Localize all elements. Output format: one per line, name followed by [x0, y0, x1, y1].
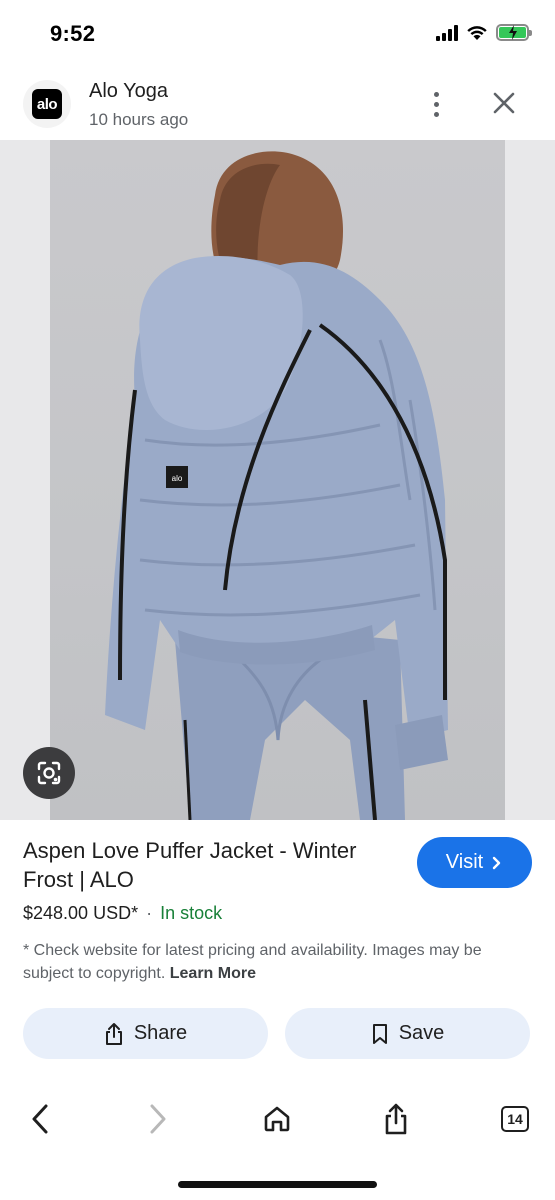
home-icon	[264, 1106, 290, 1132]
image-viewer: alo	[0, 140, 555, 820]
bookmark-icon	[372, 1023, 387, 1044]
bottom-navigation: 14	[0, 1085, 555, 1155]
stock-status: In stock	[160, 903, 223, 923]
lens-search-button[interactable]	[23, 747, 75, 799]
battery-charging-icon	[496, 24, 532, 41]
source-header: alo Alo Yoga 10 hours ago	[0, 66, 555, 140]
back-icon	[32, 1104, 48, 1134]
forward-button[interactable]	[138, 1099, 178, 1139]
share-button[interactable]: Share	[23, 1008, 268, 1059]
save-button[interactable]: Save	[285, 1008, 530, 1059]
share-icon	[105, 1022, 122, 1045]
status-icons	[436, 24, 532, 41]
save-label: Save	[398, 1022, 445, 1044]
status-time: 9:52	[50, 21, 96, 46]
alo-logo: alo	[32, 89, 62, 119]
learn-more-link[interactable]: Learn More	[170, 965, 256, 982]
share-icon	[385, 1103, 407, 1135]
product-title[interactable]: Aspen Love Puffer Jacket - Winter Frost …	[23, 836, 398, 894]
back-button[interactable]	[20, 1099, 60, 1139]
tabs-icon: 14	[501, 1106, 529, 1132]
status-bar: 9:52	[0, 0, 555, 66]
home-indicator[interactable]	[178, 1181, 377, 1188]
lens-icon	[37, 761, 61, 785]
jacket-badge: alo	[172, 474, 183, 483]
close-icon[interactable]	[489, 88, 519, 118]
price: $248.00 USD*	[23, 903, 139, 923]
share-label: Share	[133, 1022, 188, 1044]
price-row: $248.00 USD* · In stock	[23, 903, 222, 924]
separator-dot: ·	[146, 903, 153, 923]
more-vert-icon[interactable]	[422, 88, 450, 120]
tabs-button[interactable]: 14	[495, 1099, 535, 1139]
jacket-illustration: alo	[105, 151, 448, 820]
disclaimer: * Check website for latest pricing and a…	[23, 939, 528, 985]
forward-icon	[150, 1104, 166, 1134]
cellular-signal-icon	[436, 24, 458, 41]
source-name[interactable]: Alo Yoga	[89, 80, 168, 103]
page-share-button[interactable]	[376, 1099, 416, 1139]
visit-button[interactable]: Visit	[417, 837, 532, 888]
home-button[interactable]	[257, 1099, 297, 1139]
wifi-icon	[467, 26, 487, 40]
visit-label: Visit	[445, 851, 484, 873]
chevron-right-icon	[493, 856, 501, 869]
source-logo[interactable]: alo	[23, 80, 71, 128]
posted-time: 10 hours ago	[89, 110, 189, 129]
product-image[interactable]: alo	[50, 140, 505, 820]
